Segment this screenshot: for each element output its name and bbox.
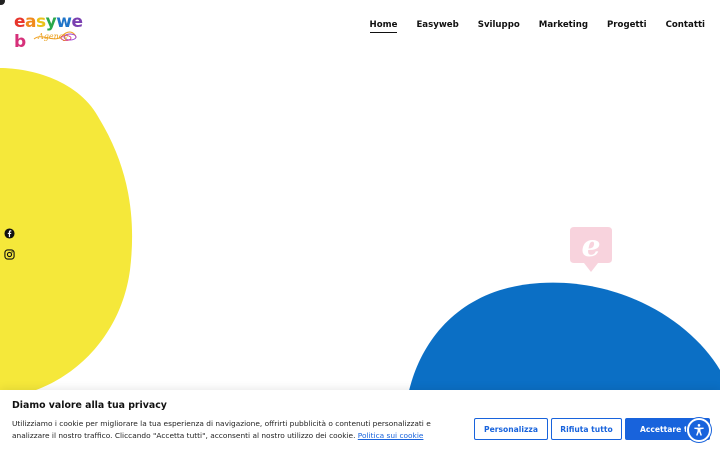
nav-progetti[interactable]: Progetti (607, 20, 647, 33)
nav-contatti[interactable]: Contatti (666, 20, 705, 33)
nav-marketing[interactable]: Marketing (539, 20, 588, 33)
cookie-banner: Diamo valore alla tua privacy Utilizziam… (0, 390, 720, 450)
customize-button[interactable]: Personalizza (474, 418, 548, 440)
svg-text:e: e (581, 229, 600, 264)
corner-dot (0, 0, 5, 5)
nav-easyweb[interactable]: Easyweb (416, 20, 458, 33)
cookie-title: Diamo valore alla tua privacy (12, 400, 167, 411)
facebook-icon[interactable] (4, 228, 15, 239)
cookie-policy-link[interactable]: Politica sui cookie (358, 431, 424, 440)
logo-subtitle: Agency (38, 32, 68, 41)
easyweb-emblem-icon: e (570, 227, 612, 272)
nav-home[interactable]: Home (369, 20, 398, 33)
blue-blob (408, 282, 720, 395)
reject-all-button[interactable]: Rifiuta tutto (551, 418, 622, 440)
cookie-text: Utilizziamo i cookie per migliorare la t… (12, 418, 460, 442)
site-logo[interactable]: easyweb Agency (14, 12, 94, 52)
instagram-icon[interactable] (4, 249, 15, 260)
main-nav: Home Easyweb Sviluppo Marketing Progetti… (351, 20, 705, 33)
accessibility-icon (694, 424, 704, 436)
accessibility-button[interactable] (687, 418, 711, 442)
yellow-blob (0, 68, 133, 398)
nav-sviluppo[interactable]: Sviluppo (478, 20, 520, 33)
